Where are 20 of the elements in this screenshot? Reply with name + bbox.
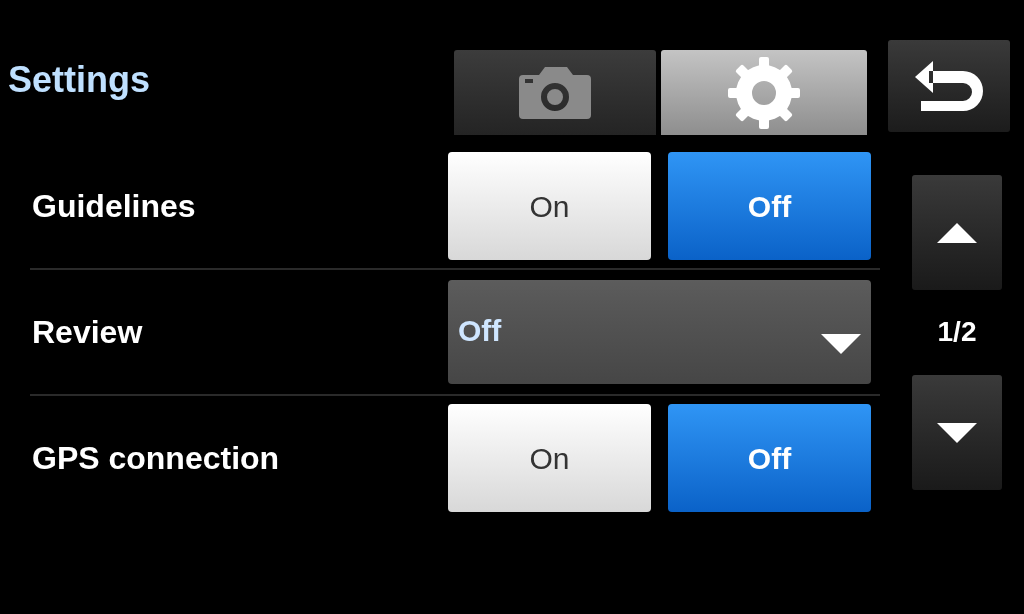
tab[interactable] <box>661 50 867 135</box>
tab[interactable] <box>454 50 656 135</box>
camera-icon <box>517 64 593 121</box>
back-button[interactable] <box>888 40 1010 132</box>
gear-icon <box>726 54 802 131</box>
setting-label: Guidelines <box>32 187 196 226</box>
screen-title: Settings <box>8 62 150 98</box>
scroll-up-button[interactable] <box>912 175 1002 290</box>
page-indicator: 1/2 <box>936 318 978 348</box>
option-button[interactable]: Off <box>668 152 871 260</box>
setting-label: GPS connection <box>32 439 280 478</box>
setting-label: Review <box>32 313 143 352</box>
option-button[interactable]: On <box>448 404 651 512</box>
up-triangle-icon <box>937 222 977 243</box>
option-button[interactable]: On <box>448 152 651 260</box>
down-triangle-icon <box>937 422 977 443</box>
scroll-down-button[interactable] <box>912 375 1002 490</box>
dropdown[interactable]: Off <box>448 280 871 384</box>
dropdown-caret-icon <box>821 334 861 354</box>
option-button[interactable]: Off <box>668 404 871 512</box>
